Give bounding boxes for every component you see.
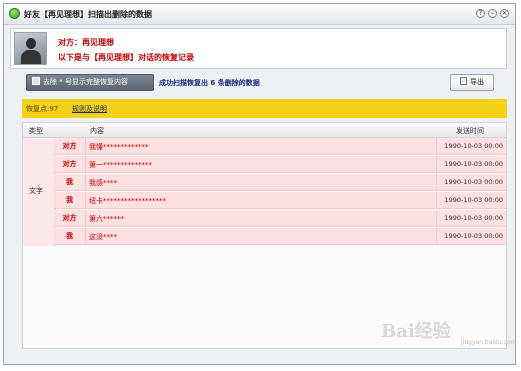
time-cell: 1990-10-03 00:00 — [436, 174, 506, 190]
type-cell: 文字 — [23, 138, 55, 246]
export-button[interactable]: 导出 — [450, 74, 494, 91]
toolbar: 去除 * 号显示完整恢复内容 成功扫描恢复出 6 条删除的数据 导出 — [10, 74, 507, 94]
minimize-button[interactable]: – — [488, 9, 497, 18]
content-cell: 我感**** — [89, 179, 117, 187]
content-cell: 第一************** — [89, 161, 152, 169]
sender-cell: 我 — [54, 192, 86, 208]
table-row[interactable]: 对方 我懂************* 1990-10-03 00:00 — [54, 138, 506, 155]
sender-cell: 我 — [54, 174, 86, 190]
time-cell: 1990-10-03 00:00 — [436, 156, 506, 172]
baidu-watermark: Bai经验 — [381, 321, 451, 342]
record-description: 以下是与【再见理想】对话的恢复记录 — [58, 53, 194, 62]
list-icon — [32, 77, 40, 85]
column-header-content[interactable]: 内容 — [90, 126, 104, 136]
content-cell: 纽卡****************** — [89, 197, 166, 205]
contact-header: 对方：再见理想 以下是与【再见理想】对话的恢复记录 — [10, 28, 507, 69]
watermark-url: jingyan.baidu.com — [461, 339, 517, 346]
close-button[interactable]: × — [500, 9, 509, 18]
table-row[interactable]: 对方 第一************** 1990-10-03 00:00 — [54, 156, 506, 173]
time-cell: 1990-10-03 00:00 — [436, 192, 506, 208]
scan-status-text: 成功扫描恢复出 6 条删除的数据 — [159, 79, 260, 87]
summary-bar: 恢复点:97 规则及说明 — [22, 99, 507, 118]
content-cell: 我懂************* — [89, 143, 149, 151]
export-icon — [460, 77, 467, 85]
recovered-messages-table: 类型 内容 发送时间 文字 对方 我懂************* 1990-10… — [22, 122, 507, 349]
show-full-content-button[interactable]: 去除 * 号显示完整恢复内容 — [26, 74, 154, 91]
type-label: 文字 — [29, 187, 43, 195]
rules-link[interactable]: 规则及说明 — [72, 104, 107, 114]
avatar — [14, 32, 47, 65]
column-header-time[interactable]: 发送时间 — [456, 126, 484, 136]
time-cell: 1990-10-03 00:00 — [436, 228, 506, 244]
content-cell: 第六****** — [89, 215, 124, 223]
app-window: 好友【再见理想】扫描出删除的数据 ? – × 对方：再见理想 以下是与【再见理想… — [3, 3, 516, 365]
sender-cell: 对方 — [54, 156, 86, 172]
table-row[interactable]: 对方 第六****** 1990-10-03 00:00 — [54, 210, 506, 227]
table-row[interactable]: 我 纽卡****************** 1990-10-03 00:00 — [54, 192, 506, 209]
time-cell: 1990-10-03 00:00 — [436, 138, 506, 154]
recovered-count: 恢复点:97 — [26, 105, 59, 113]
time-cell: 1990-10-03 00:00 — [436, 210, 506, 226]
sender-cell: 对方 — [54, 210, 86, 226]
show-full-content-label: 去除 * 号显示完整恢复内容 — [43, 78, 128, 86]
contact-name: 对方：再见理想 — [58, 38, 114, 47]
table-row[interactable]: 我 我感**** 1990-10-03 00:00 — [54, 174, 506, 191]
table-row[interactable]: 我 这没**** 1990-10-03 00:00 — [54, 228, 506, 245]
window-title: 好友【再见理想】扫描出删除的数据 — [24, 10, 152, 19]
table-header: 类型 内容 发送时间 — [23, 123, 506, 138]
content-cell: 这没**** — [89, 233, 117, 241]
title-bar: 好友【再见理想】扫描出删除的数据 ? – × — [4, 4, 515, 25]
help-button[interactable]: ? — [476, 9, 485, 18]
column-header-type[interactable]: 类型 — [29, 126, 43, 136]
export-label: 导出 — [470, 78, 484, 86]
sender-cell: 对方 — [54, 138, 86, 154]
sender-cell: 我 — [54, 228, 86, 244]
app-logo-icon — [9, 8, 20, 19]
